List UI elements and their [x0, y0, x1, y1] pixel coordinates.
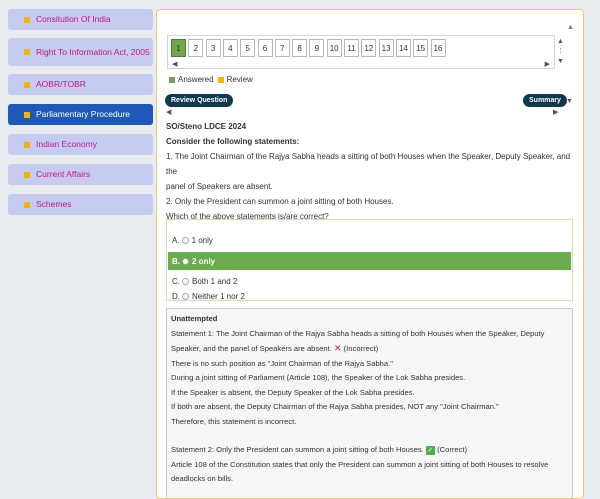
question-number-button[interactable]: 1: [171, 39, 186, 57]
folder-icon: [24, 201, 30, 208]
scroll-up-icon[interactable]: ▲: [557, 38, 564, 45]
scroll-left-icon[interactable]: ◀: [166, 108, 171, 116]
scroll-left-icon[interactable]: ◀: [172, 60, 177, 68]
explanation-line: Statement 1: The Joint Chairman of the R…: [171, 328, 545, 338]
sidebar-item-economy[interactable]: Indian Economy: [8, 134, 153, 155]
option-b[interactable]: B. 2 only: [168, 252, 571, 270]
question-number-button[interactable]: 2: [188, 39, 204, 57]
radio-icon[interactable]: [182, 257, 189, 265]
option-key: C.: [172, 276, 180, 286]
option-key: A.: [172, 235, 180, 245]
folder-icon: [24, 111, 30, 118]
question-number-button[interactable]: 14: [395, 39, 411, 57]
radio-icon[interactable]: [182, 277, 189, 285]
incorrect-tag: (Incorrect): [343, 344, 379, 353]
question-panel: ▲ ◀ ▶ 1 2 3 4 5 6 7 8 9 10 11 12 13 14 15 16 ▲ ⋮ ▼ Answ…: [156, 9, 584, 499]
scroll-down-icon[interactable]: ▼: [566, 98, 573, 105]
sidebar-item-label: Right To Information Act, 2005: [36, 46, 150, 57]
explanation-line: If both are absent, the Deputy Chairman …: [171, 402, 499, 411]
question-number-button[interactable]: 6: [257, 39, 273, 57]
radio-icon[interactable]: [182, 292, 189, 300]
sidebar-item-label: Parliamentary Procedure: [36, 109, 131, 119]
sidebar-item-label: AOBR/TOBR: [36, 79, 86, 89]
option-text: Neither 1 nor 2: [192, 291, 245, 301]
sidebar: Consitution Of India Right To Informatio…: [0, 0, 160, 491]
folder-icon: [24, 81, 30, 88]
explanation-line: There is no such position as "Joint Chai…: [171, 358, 393, 368]
question-number-button[interactable]: 10: [326, 39, 342, 57]
sidebar-item-aobr[interactable]: AOBR/TOBR: [8, 74, 153, 95]
question-number-button[interactable]: 15: [413, 39, 429, 57]
scroll-down-icon[interactable]: ▼: [557, 58, 564, 65]
sidebar-item-label: Indian Economy: [36, 139, 97, 149]
attempt-status: Unattempted: [171, 314, 218, 323]
question-prompt: Consider the following statements:: [166, 137, 300, 146]
folder-icon: [24, 16, 30, 23]
check-icon: ✓: [425, 445, 435, 455]
correct-tag: (Correct): [437, 445, 468, 454]
statement-1-cont: panel of Speakers are absent.: [166, 182, 273, 191]
question-number-button[interactable]: 5: [240, 39, 256, 57]
folder-icon: [24, 141, 30, 148]
explanation-line: Article 108 of the Constitution states t…: [171, 459, 549, 469]
question-number-button[interactable]: 8: [292, 39, 308, 57]
explanation-line: Speaker, and the panel of Speakers are a…: [171, 341, 568, 357]
option-text: 2 only: [192, 256, 216, 266]
legend-answered: Answered: [178, 75, 214, 84]
question-number-button[interactable]: 12: [361, 39, 377, 57]
question-number-button[interactable]: 11: [344, 39, 359, 57]
sidebar-item-label: Current Affairs: [36, 169, 91, 179]
explanation-line: Statement 2: Only the President can summ…: [171, 443, 568, 458]
scroll-right-icon[interactable]: ▶: [545, 60, 550, 68]
review-question-button[interactable]: Review Question: [165, 94, 234, 107]
question-number-button[interactable]: 16: [430, 39, 446, 57]
sidebar-item-parliamentary-procedure[interactable]: Parliamentary Procedure: [8, 104, 153, 125]
statement-2: 2. Only the President can summon a joint…: [166, 197, 394, 206]
option-a[interactable]: A. 1 only: [168, 231, 571, 249]
sidebar-item-label: Schemes: [36, 199, 72, 209]
explanation-line: During a joint sitting of Parliament (Ar…: [171, 373, 466, 382]
explanation-line: If the Speaker is absent, the Deputy Spe…: [171, 387, 415, 397]
question-number-button[interactable]: 7: [274, 39, 290, 57]
sidebar-item-schemes[interactable]: Schemes: [8, 194, 153, 215]
explanation-text: Statement 2: Only the President can summ…: [171, 445, 424, 454]
summary-button[interactable]: Summary: [523, 94, 567, 107]
explanation-line: Therefore, this statement is incorrect.: [171, 416, 297, 426]
explanation-box: Unattempted Statement 1: The Joint Chair…: [166, 308, 573, 498]
option-text: 1 only: [191, 235, 213, 245]
folder-icon: [24, 49, 30, 55]
legend: Answered Review: [169, 75, 253, 84]
review-swatch-icon: [217, 76, 224, 83]
scroll-up-icon[interactable]: ▲: [567, 24, 574, 31]
sidebar-item-constitution[interactable]: Consitution Of India: [8, 9, 153, 30]
question-number-button[interactable]: 9: [309, 39, 325, 57]
exam-tag: SO/Steno LDCE 2024: [166, 122, 247, 131]
option-c[interactable]: C. Both 1 and 2: [168, 272, 571, 290]
more-icon[interactable]: ⋮: [557, 47, 564, 55]
legend-review: Review: [226, 75, 253, 84]
option-d[interactable]: D. Neither 1 nor 2: [168, 291, 571, 301]
sidebar-item-label: Consitution Of India: [36, 14, 111, 24]
question-number-button[interactable]: 3: [205, 39, 221, 57]
options-box: A. 1 only B. 2 only C. Both 1 and 2 D. N…: [166, 219, 573, 301]
scroll-right-icon[interactable]: ▶: [553, 108, 558, 116]
question-number-button[interactable]: 13: [378, 39, 394, 57]
option-text: Both 1 and 2: [192, 276, 238, 286]
option-key: D.: [172, 291, 180, 301]
option-key: B.: [172, 256, 180, 266]
folder-icon: [24, 171, 30, 178]
explanation-text: Speaker, and the panel of Speakers are a…: [171, 344, 332, 353]
question-number-button[interactable]: 4: [222, 39, 238, 57]
sidebar-item-rti[interactable]: Right To Information Act, 2005: [8, 38, 153, 66]
explanation-line: deadlocks on bills.: [171, 474, 234, 483]
statement-1: 1. The Joint Chairman of the Rajya Sabha…: [166, 152, 571, 176]
radio-icon[interactable]: [181, 236, 189, 244]
question-body: SO/Steno LDCE 2024 Consider the followin…: [166, 119, 571, 224]
cross-icon: ✕: [333, 343, 342, 353]
sidebar-item-current-affairs[interactable]: Current Affairs: [8, 164, 153, 185]
question-palette: ◀ ▶ 1 2 3 4 5 6 7 8 9 10 11 12 13 14 15 16: [167, 35, 555, 69]
answered-swatch-icon: [169, 76, 175, 83]
